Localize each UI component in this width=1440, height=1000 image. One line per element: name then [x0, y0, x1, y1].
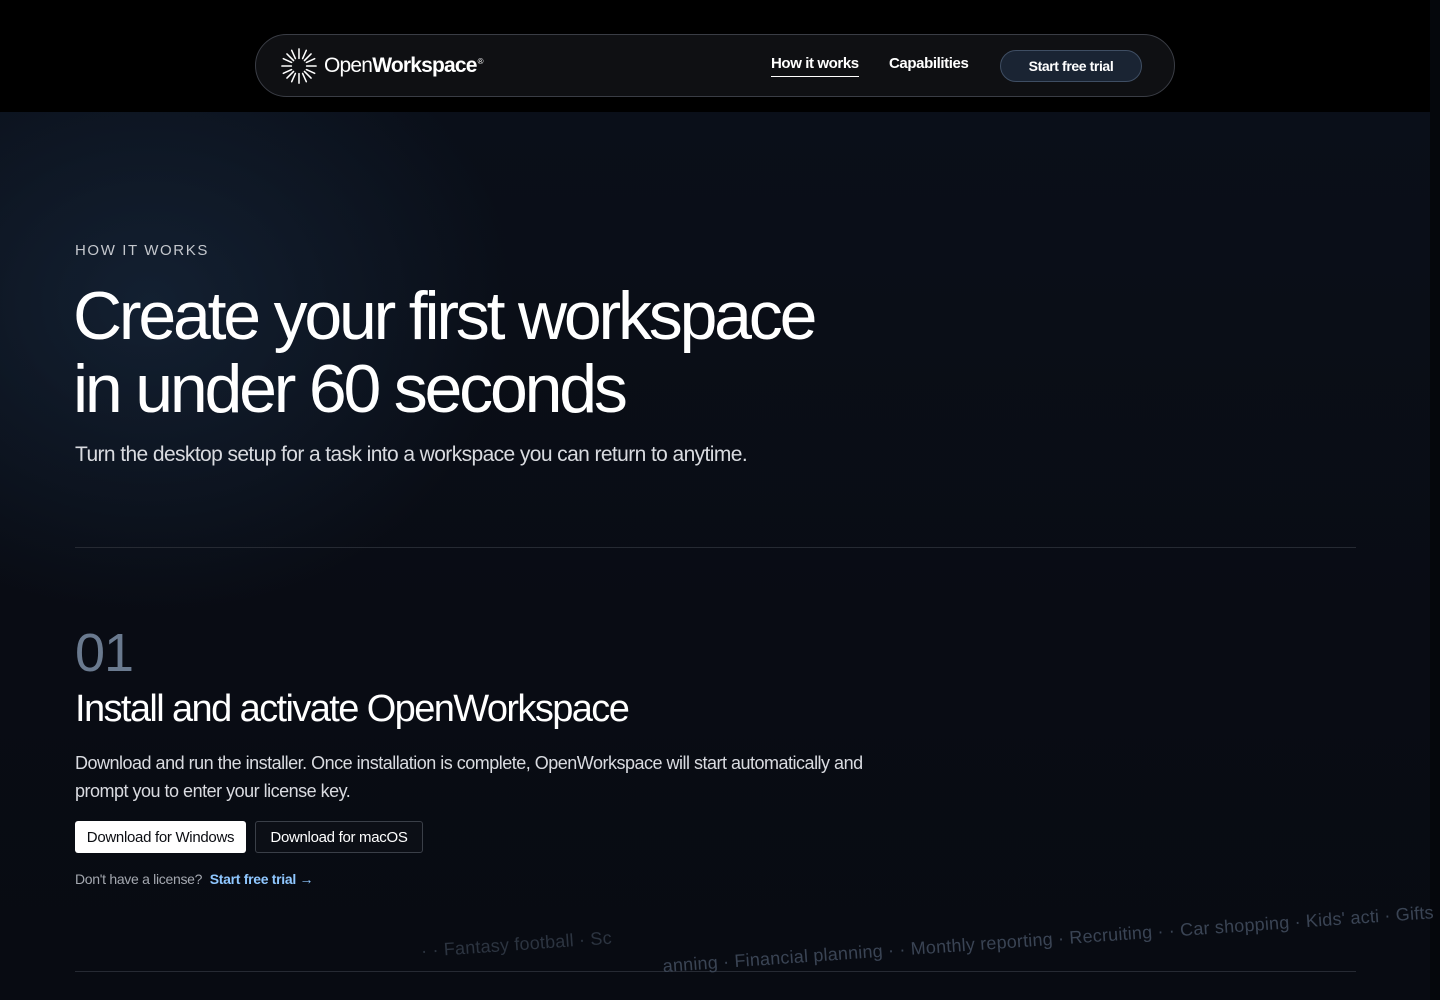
nav-link-capabilities[interactable]: Capabilities — [889, 55, 969, 76]
hero-title-line-1: Create your first workspace — [73, 278, 817, 354]
step-title: Install and activate OpenWorkspace — [75, 688, 630, 730]
logo-wordmark: OpenWorkspace® — [324, 54, 484, 78]
hero-subtitle: Turn the desktop setup for a task into a… — [75, 443, 748, 466]
section-divider — [75, 547, 1356, 548]
download-windows-button[interactable]: Download for Windows — [75, 821, 246, 853]
logo[interactable]: OpenWorkspace® — [280, 47, 484, 85]
start-free-trial-button[interactable]: Start free trial — [1000, 50, 1142, 82]
section-eyebrow: HOW IT WORKS — [75, 242, 209, 259]
marquee-line: · · Fantasy football · Sc — [420, 927, 613, 961]
step-number: 01 — [75, 623, 134, 683]
start-free-trial-link[interactable]: Start free trial → — [210, 871, 314, 887]
logo-text-light: Open — [324, 54, 373, 77]
nav-link-how-it-works[interactable]: How it works — [771, 55, 859, 77]
hero-background — [0, 112, 1440, 1000]
license-prompt-text: Don't have a license? — [75, 871, 203, 887]
hero-title-line-2: in under 60 seconds — [73, 351, 628, 427]
registered-mark: ® — [477, 57, 484, 66]
sunburst-logo-icon — [281, 48, 317, 84]
step-description: Download and run the installer. Once ins… — [75, 753, 863, 801]
page-edge — [1430, 0, 1440, 1000]
download-macos-button[interactable]: Download for macOS — [255, 821, 423, 853]
license-prompt: Don't have a license? Start free trial → — [75, 871, 314, 887]
top-navbar: OpenWorkspace® How it works Capabilities… — [255, 34, 1175, 97]
logo-text-bold: Workspace — [372, 54, 477, 77]
hero-title: Create your first workspace in under 60 … — [73, 280, 973, 426]
